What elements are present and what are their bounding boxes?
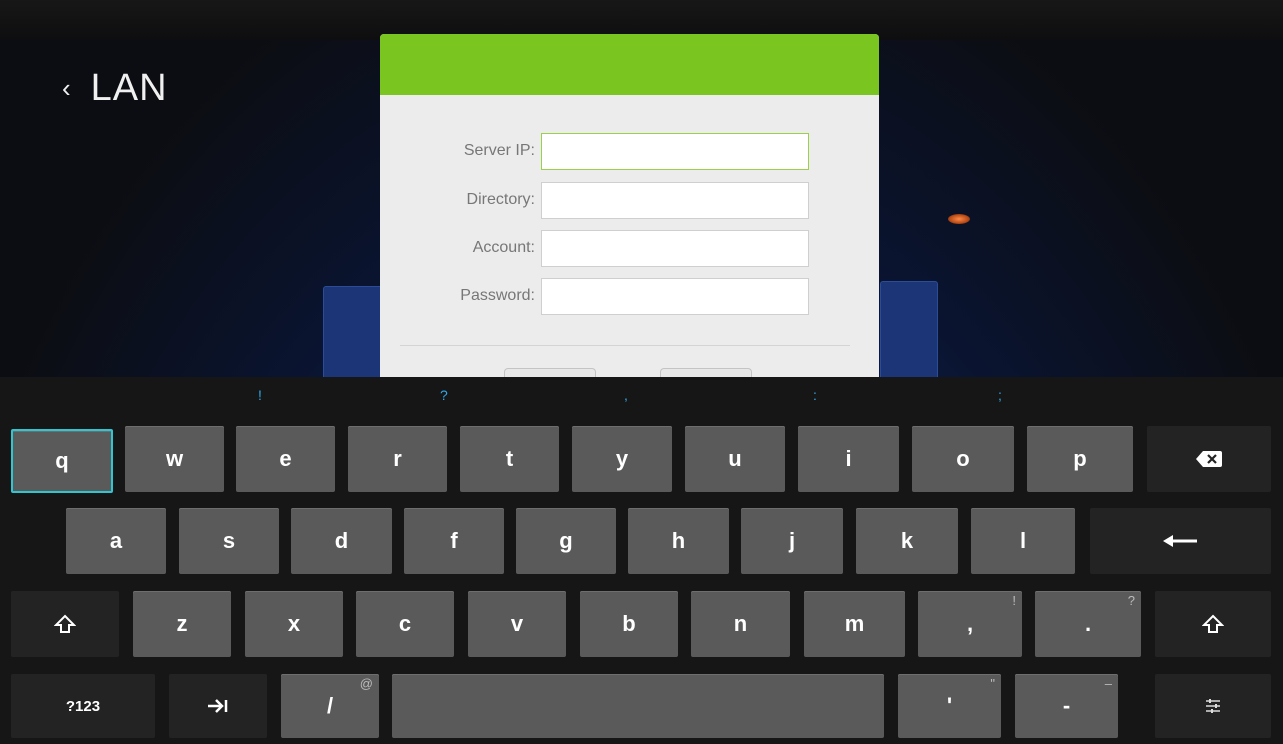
key-k[interactable]: k bbox=[856, 508, 958, 574]
directory-label: Directory: bbox=[466, 191, 535, 208]
key-t[interactable]: t bbox=[460, 426, 559, 492]
key-q[interactable]: q bbox=[11, 429, 113, 493]
key-f[interactable]: f bbox=[404, 508, 504, 574]
key-r[interactable]: r bbox=[348, 426, 447, 492]
dialog-header bbox=[380, 34, 879, 95]
account-label: Account: bbox=[472, 239, 535, 256]
key-space[interactable] bbox=[392, 674, 884, 738]
key-d[interactable]: d bbox=[291, 508, 392, 574]
password-row: Password: bbox=[380, 276, 809, 316]
key-c[interactable]: c bbox=[356, 591, 454, 657]
background-light bbox=[948, 214, 970, 224]
directory-row: Directory: bbox=[380, 180, 809, 220]
key-m[interactable]: m bbox=[804, 591, 905, 657]
shift-icon bbox=[54, 614, 76, 633]
key-z[interactable]: z bbox=[133, 591, 231, 657]
hint-colon[interactable]: : bbox=[813, 387, 817, 403]
backspace-icon bbox=[1196, 451, 1222, 467]
password-input[interactable] bbox=[541, 277, 809, 315]
enter-icon bbox=[1162, 535, 1197, 547]
key-x[interactable]: x bbox=[245, 591, 343, 657]
page-header: ‹ LAN bbox=[62, 68, 168, 108]
keyboard-settings-icon bbox=[1206, 699, 1220, 713]
key-b[interactable]: b bbox=[580, 591, 678, 657]
hint-semicolon[interactable]: ; bbox=[998, 387, 1002, 403]
hint-exclamation[interactable]: ! bbox=[258, 387, 262, 403]
key-period-alt: ? bbox=[1127, 593, 1135, 608]
hint-question[interactable]: ? bbox=[440, 387, 448, 403]
password-label: Password: bbox=[460, 287, 535, 304]
tab-icon bbox=[208, 699, 228, 713]
hint-comma[interactable]: , bbox=[624, 387, 628, 403]
key-p[interactable]: p bbox=[1027, 426, 1133, 492]
key-w[interactable]: w bbox=[125, 426, 224, 492]
account-row: Account: bbox=[380, 228, 809, 268]
shift-icon bbox=[1202, 614, 1224, 633]
key-symbols[interactable]: ?123 bbox=[11, 674, 155, 738]
key-h[interactable]: h bbox=[628, 508, 729, 574]
key-tab[interactable] bbox=[169, 674, 267, 738]
server-ip-row: Server IP: bbox=[380, 131, 809, 171]
key-i[interactable]: i bbox=[798, 426, 899, 492]
account-input[interactable] bbox=[541, 229, 809, 267]
key-shift-left[interactable] bbox=[11, 591, 119, 657]
key-j[interactable]: j bbox=[741, 508, 843, 574]
key-comma[interactable]: ! , bbox=[918, 591, 1022, 657]
tv-screen: ‹ LAN Server IP: Directory: Account: Pas… bbox=[0, 0, 1283, 744]
on-screen-keyboard: ! ? , : ; q w e r t y u i o p a s d f g … bbox=[0, 377, 1283, 744]
key-comma-alt: ! bbox=[1012, 593, 1016, 608]
key-e[interactable]: e bbox=[236, 426, 335, 492]
key-s[interactable]: s bbox=[179, 508, 279, 574]
key-backspace[interactable] bbox=[1147, 426, 1271, 492]
server-ip-input[interactable] bbox=[541, 132, 809, 170]
key-period[interactable]: ? . bbox=[1035, 591, 1141, 657]
key-slash[interactable]: @ / bbox=[281, 674, 379, 738]
key-enter[interactable] bbox=[1090, 508, 1271, 574]
key-dash-alt: – bbox=[1104, 676, 1112, 691]
background-panel-right bbox=[880, 281, 938, 383]
key-g[interactable]: g bbox=[516, 508, 616, 574]
lan-server-dialog: Server IP: Directory: Account: Password: bbox=[380, 34, 879, 379]
key-apostrophe-alt: " bbox=[990, 676, 995, 691]
back-icon[interactable]: ‹ bbox=[62, 68, 71, 108]
key-n[interactable]: n bbox=[691, 591, 790, 657]
directory-input[interactable] bbox=[541, 181, 809, 219]
background-panel-left bbox=[323, 286, 385, 388]
key-y[interactable]: y bbox=[572, 426, 672, 492]
key-l[interactable]: l bbox=[971, 508, 1075, 574]
key-apostrophe[interactable]: " ' bbox=[898, 674, 1001, 738]
key-dash[interactable]: – - bbox=[1015, 674, 1118, 738]
key-u[interactable]: u bbox=[685, 426, 785, 492]
key-shift-right[interactable] bbox=[1155, 591, 1271, 657]
dialog-divider bbox=[400, 345, 850, 346]
key-settings[interactable] bbox=[1155, 674, 1271, 738]
key-v[interactable]: v bbox=[468, 591, 566, 657]
key-slash-alt: @ bbox=[359, 676, 373, 691]
key-o[interactable]: o bbox=[912, 426, 1014, 492]
page-title: LAN bbox=[90, 67, 168, 109]
server-ip-label: Server IP: bbox=[463, 142, 535, 159]
key-a[interactable]: a bbox=[66, 508, 166, 574]
